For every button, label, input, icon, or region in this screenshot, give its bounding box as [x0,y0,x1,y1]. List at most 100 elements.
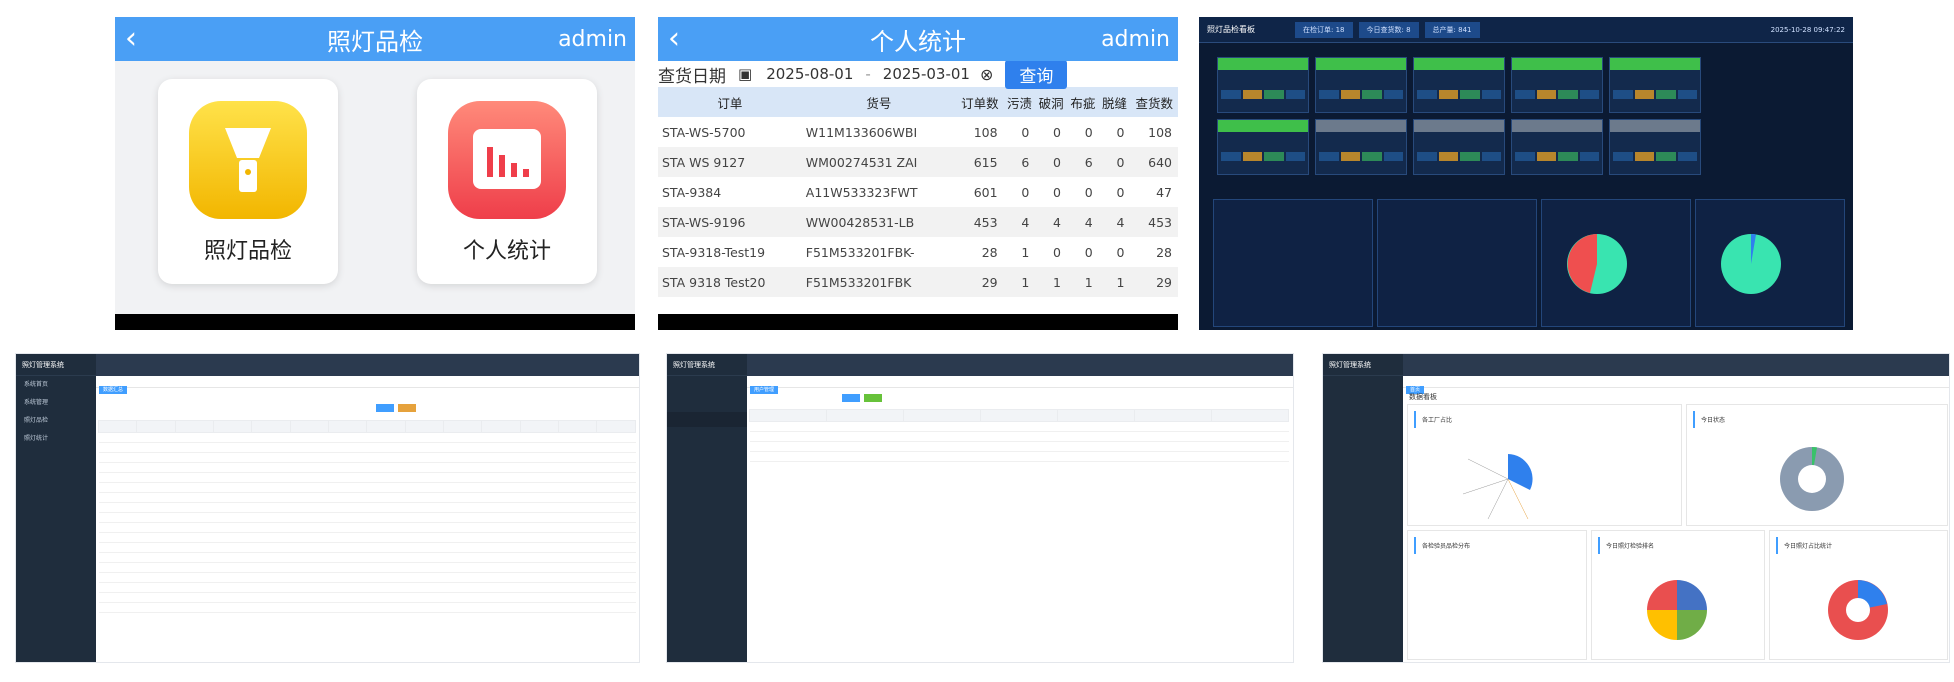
sidebar-item[interactable] [667,376,747,394]
sidebar-item[interactable] [1323,430,1403,448]
table-cell [328,502,367,513]
table-cell [136,492,176,503]
column-header: 订单数 [956,87,1004,117]
table-row[interactable] [98,532,636,543]
table-row[interactable] [749,421,1289,432]
table-row[interactable]: STA-9318-Test19 F51M533201FBK- 28 1 0 0 0 28 [658,237,1178,267]
clear-icon[interactable]: ⊗ [980,65,993,84]
table-row[interactable] [98,552,636,563]
sidebar-item-stats[interactable]: 照灯统计 [16,430,96,448]
table-row[interactable] [98,522,636,533]
table-cell [175,432,214,443]
ranking-pie-card: 今日照灯检验排名 [1591,530,1765,660]
sidebar-item-system[interactable]: 系统管理 [16,394,96,412]
table-cell [98,482,137,493]
line-status-card[interactable] [1609,119,1701,175]
table-row[interactable] [749,441,1289,452]
table-cell: STA-9384 [662,184,722,200]
table-row[interactable] [98,542,636,553]
table-row[interactable] [98,472,636,483]
table-row[interactable] [98,432,636,443]
line-status-card[interactable] [1609,57,1701,113]
sidebar-item[interactable] [1323,394,1403,412]
tab-today[interactable]: 今日查货数: 8 [1358,21,1419,38]
table-cell [405,472,444,483]
sidebar-item[interactable] [667,394,747,412]
inspection-card[interactable]: 照灯品检 [158,79,338,284]
table-row[interactable] [98,602,636,613]
sidebar-subitem[interactable] [667,427,747,442]
table-cell [405,532,444,543]
table-cell [290,472,329,483]
tab-total[interactable]: 总产量: 841 [1424,21,1480,38]
table-row[interactable] [98,442,636,453]
table-row[interactable] [749,431,1289,442]
statistics-card[interactable]: 个人统计 [417,79,597,284]
sidebar-item-inspection[interactable]: 照灯品检 [16,412,96,430]
table-row[interactable] [98,582,636,593]
line-status-card[interactable] [1511,119,1603,175]
user-name[interactable]: admin [1101,27,1170,52]
table-cell [558,582,597,593]
column-header [749,409,827,422]
table-cell [520,452,559,463]
sidebar-item[interactable] [1323,412,1403,430]
tab-orders[interactable]: 在检订单: 18 [1295,21,1353,38]
share-pie-card: 今日照灯占比统计 [1769,530,1948,660]
table-row[interactable] [98,512,636,523]
line-status-card[interactable] [1511,57,1603,113]
table-row[interactable] [98,452,636,463]
table-row[interactable] [98,492,636,503]
table-row[interactable]: STA-9384 A11W533323FWT 601 0 0 0 0 47 [658,177,1178,207]
table-row[interactable]: STA-WS-5700 W11M133606WBI 108 0 0 0 0 108 [658,117,1178,147]
table-row[interactable] [98,482,636,493]
line-status-card[interactable] [1413,119,1505,175]
table-cell [558,542,597,553]
back-icon[interactable]: ‹ [125,17,137,61]
sidebar-item-home[interactable]: 系统首页 [16,376,96,394]
table-row[interactable] [98,562,636,573]
date-to[interactable]: 2025-03-01 [883,65,970,83]
table-row[interactable] [98,592,636,603]
table-cell [175,442,214,453]
calendar-icon[interactable]: ▣ [738,65,752,83]
table-row[interactable] [98,572,636,583]
table-cell [290,442,329,453]
column-header: 布疵 [1067,87,1099,117]
back-icon[interactable]: ‹ [668,17,680,61]
table-cell [251,572,291,583]
table-row[interactable]: STA WS 9127 WM00274531 ZAI 615 6 0 6 0 640 [658,147,1178,177]
line-status-card[interactable] [1217,57,1309,113]
table-row[interactable] [98,502,636,513]
table-cell [290,532,329,543]
table-cell [980,451,1058,462]
table-cell [251,542,291,553]
user-name[interactable]: admin [558,27,627,52]
line-status-card[interactable] [1217,119,1309,175]
table-row[interactable] [749,451,1289,462]
table-cell [749,451,827,462]
line-status-card[interactable] [1315,119,1407,175]
line-status-card[interactable] [1315,57,1407,113]
top-bar [1403,354,1949,376]
date-from[interactable]: 2025-08-01 [766,65,853,83]
table-row[interactable]: STA 9318 Test20 F51M533201FBK 29 1 1 1 1 29 [658,267,1178,297]
search-button[interactable] [842,394,860,402]
search-button[interactable] [376,404,394,412]
table-row[interactable]: STA-WS-9196 WW00428531-LB 453 4 4 4 4 453 [658,207,1178,237]
sidebar-item-home[interactable] [1323,376,1403,394]
query-button[interactable]: 查询 [1005,59,1068,89]
add-button[interactable] [864,394,882,402]
sidebar-subitem-active[interactable] [667,412,747,427]
sidebar-subitem[interactable] [16,448,96,463]
table-cell [175,502,214,513]
table-cell [443,602,482,613]
table-cell [175,572,214,583]
line-status-card[interactable] [1413,57,1505,113]
table-cell [481,482,521,493]
reset-button[interactable] [398,404,416,412]
table-cell: 0 [1084,124,1093,140]
table-cell [558,552,597,563]
table-cell [328,462,367,473]
table-row[interactable] [98,462,636,473]
